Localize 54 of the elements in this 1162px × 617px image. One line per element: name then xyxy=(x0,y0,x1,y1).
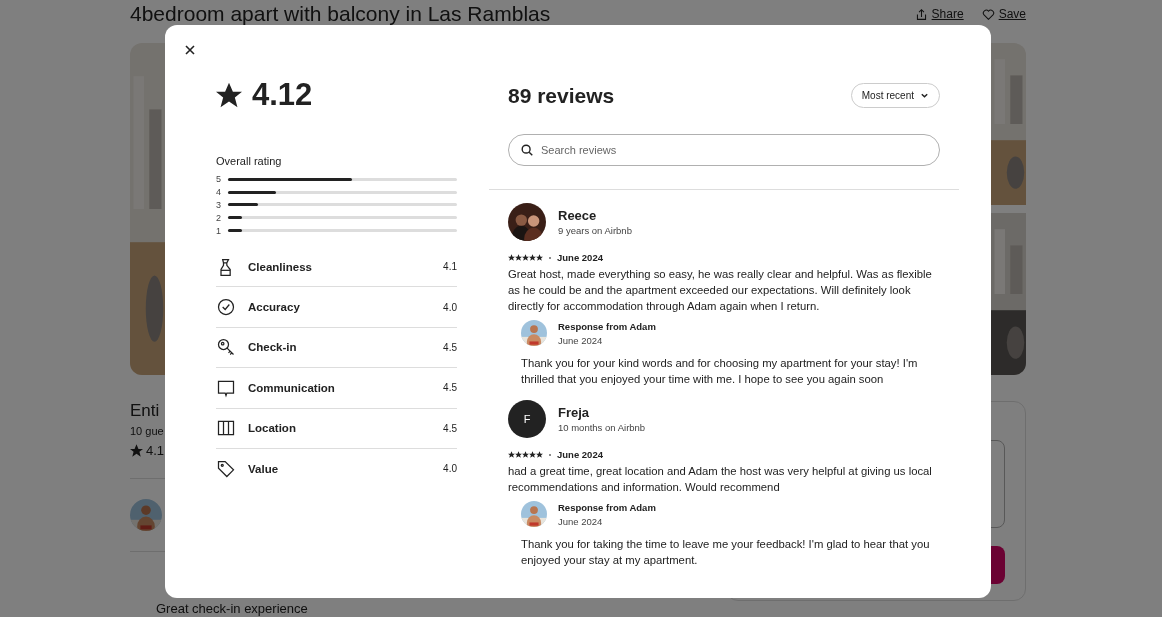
review-text: had a great time, great location and Adam the host was very helpful at giving us local recommendations and information. Would recommend xyxy=(508,464,933,495)
response-date: June 2024 xyxy=(558,334,604,346)
category-score: 4.1 xyxy=(443,261,457,273)
category-score: 4.5 xyxy=(443,382,457,394)
heart-icon xyxy=(981,7,995,21)
reviews-count: 89 reviews xyxy=(508,83,615,108)
search-icon xyxy=(520,143,534,157)
search-field[interactable]: Search reviews xyxy=(508,134,940,166)
category-score: 4.5 xyxy=(443,422,457,434)
rating-label: 5 xyxy=(216,174,222,185)
category-score: 4.5 xyxy=(443,341,457,353)
category-score: 4.0 xyxy=(443,301,457,313)
listing-type: Enti xyxy=(130,401,161,421)
overall-rating-label: Overall rating xyxy=(216,155,283,167)
share-icon xyxy=(914,7,928,21)
star-icon xyxy=(130,444,143,457)
rating-value: 4.1 xyxy=(146,443,165,458)
reviewer-tenure: 10 months on Airbnb xyxy=(558,422,646,433)
category-label: Value xyxy=(248,462,280,475)
reviewer-name: Reece xyxy=(558,208,598,223)
response-date: June 2024 xyxy=(558,515,604,527)
reviewer-tenure: 9 years on Airbnb xyxy=(558,225,632,236)
category-score: 4.0 xyxy=(443,463,457,475)
save-link[interactable]: Save xyxy=(981,7,1026,21)
review-date: June 2024 xyxy=(557,449,603,460)
response-title: Response from Adam xyxy=(558,320,656,332)
sort-dropdown[interactable]: Most recent xyxy=(850,83,940,108)
highlight-title: Great check-in experience xyxy=(156,600,308,616)
share-link[interactable]: Share xyxy=(914,7,964,21)
response-text: Thank you for taking the time to leave me your feedback! I'm glad to hear that you enjoyed your stay at my apartment. xyxy=(521,537,931,568)
rating-label: 1 xyxy=(216,225,222,236)
rating-label: 2 xyxy=(216,212,222,223)
chevron-down-icon xyxy=(920,91,929,100)
star-icon xyxy=(216,82,242,108)
reviewer-name: Freja xyxy=(558,405,591,420)
check-circle-icon xyxy=(216,297,236,318)
close-icon[interactable] xyxy=(183,43,197,57)
response-text: Thank you for your kind words and for choosing my apartment for your stay! I'm thrilled that you enjoyed your time with me. I hope to see you again soon xyxy=(521,356,919,387)
key-icon xyxy=(216,337,236,358)
category-label: Location xyxy=(248,422,297,435)
response-title: Response from Adam xyxy=(558,501,656,513)
avatar: F xyxy=(508,400,546,438)
rating-label: 4 xyxy=(216,187,222,198)
overall-score: 4.12 xyxy=(252,77,313,113)
guest-count: 10 gue xyxy=(130,425,165,437)
listing-title: 4bedroom apart with balcony in Las Ramblas xyxy=(130,2,552,26)
tag-icon xyxy=(216,458,236,479)
review-text: Great host, made everything so easy, he was really clear and helpful. Was as flexible as he could be and the apartment exceeded our expectations. Will definitely look directly for accommodation through Adam again when I return. xyxy=(508,267,933,314)
rating-label: 3 xyxy=(216,200,222,210)
category-label: Cleanliness xyxy=(248,260,313,273)
category-label: Check-in xyxy=(248,341,298,354)
review-date: June 2024 xyxy=(557,252,603,263)
category-label: Communication xyxy=(248,381,336,394)
category-label: Accuracy xyxy=(248,301,301,314)
